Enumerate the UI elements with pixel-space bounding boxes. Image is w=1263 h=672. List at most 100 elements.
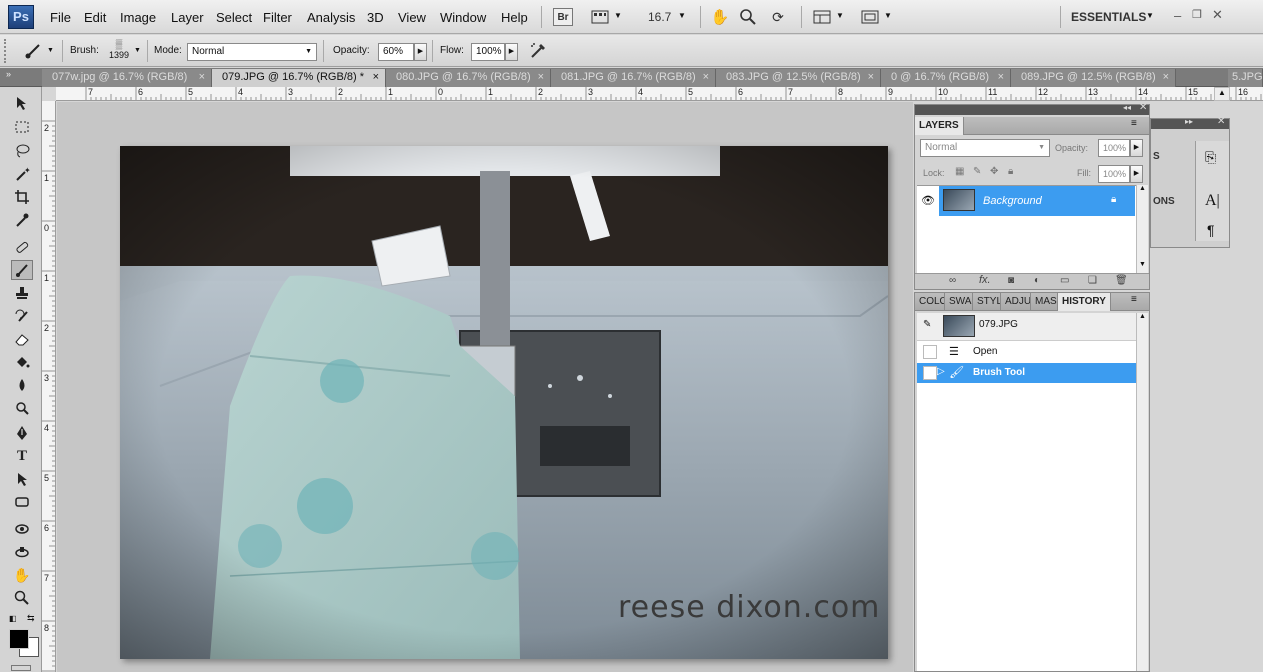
type-tool-icon[interactable]: T bbox=[11, 446, 33, 466]
adjustment-layer-icon[interactable]: ◐ bbox=[1034, 275, 1040, 286]
layer-opacity-slider-button[interactable]: ▶ bbox=[1130, 139, 1143, 157]
brush-tool-icon[interactable] bbox=[11, 260, 33, 280]
tab-083[interactable]: 083.JPG @ 12.5% (RGB/8) × bbox=[716, 69, 881, 87]
healing-brush-icon[interactable] bbox=[11, 237, 33, 257]
magic-wand-icon[interactable]: ✦ bbox=[11, 164, 33, 184]
airbrush-icon[interactable] bbox=[527, 41, 549, 61]
crop-tool-icon[interactable] bbox=[11, 187, 33, 207]
eraser-icon[interactable] bbox=[11, 329, 33, 349]
close-icon[interactable]: × bbox=[868, 69, 874, 86]
rectangle-tool-icon[interactable] bbox=[11, 492, 33, 512]
clone-stamp-icon[interactable] bbox=[11, 283, 33, 303]
flow-slider-button[interactable]: ▶ bbox=[505, 43, 518, 61]
lock-transparent-icon[interactable]: ▦ bbox=[955, 166, 964, 177]
tab-styles[interactable]: STYL bbox=[973, 293, 1001, 311]
chevron-down-icon[interactable]: ▼ bbox=[614, 11, 622, 20]
menu-3d[interactable]: 3D bbox=[367, 10, 384, 25]
default-colors-icon[interactable]: ◧ bbox=[9, 614, 17, 623]
options-grip[interactable] bbox=[4, 39, 7, 63]
scroll-up-icon[interactable]: ▲ bbox=[1139, 185, 1146, 192]
menu-file[interactable]: File bbox=[50, 10, 71, 25]
zoom-tool-icon[interactable] bbox=[11, 588, 33, 608]
chevron-down-icon[interactable]: ▼ bbox=[134, 47, 141, 54]
expand-toolbox-icon[interactable]: » bbox=[6, 69, 11, 79]
layers-scrollbar[interactable]: ▲ ▼ bbox=[1136, 185, 1148, 273]
lock-image-icon[interactable]: ✎ bbox=[973, 166, 981, 177]
layer-opacity-field[interactable]: 100% bbox=[1098, 139, 1130, 157]
paragraph-panel-icon[interactable]: ¶ bbox=[1207, 222, 1215, 238]
menu-help[interactable]: Help bbox=[501, 10, 528, 25]
opacity-field[interactable]: 60% bbox=[378, 43, 414, 61]
zoom-dropdown-icon[interactable]: ▼ bbox=[678, 11, 686, 20]
layer-mask-icon[interactable]: ◙ bbox=[1008, 275, 1014, 286]
tab-layers[interactable]: LAYERS bbox=[915, 117, 964, 135]
arrange-documents-icon[interactable] bbox=[812, 8, 832, 26]
paint-bucket-icon[interactable] bbox=[11, 352, 33, 372]
link-layers-icon[interactable]: ∞ bbox=[949, 275, 956, 286]
lasso-tool-icon[interactable] bbox=[11, 141, 33, 161]
tab-swatches[interactable]: SWA bbox=[945, 293, 973, 311]
collapsed-panel-label[interactable]: S bbox=[1153, 151, 1160, 162]
hand-icon[interactable]: ✋ bbox=[710, 7, 730, 27]
restore-icon[interactable]: ❐ bbox=[1192, 8, 1202, 21]
close-icon[interactable]: ✕ bbox=[1217, 116, 1225, 127]
menu-window[interactable]: Window bbox=[440, 10, 486, 25]
close-icon[interactable]: × bbox=[199, 69, 205, 86]
tab-079[interactable]: 079.JPG @ 16.7% (RGB/8) * × bbox=[212, 69, 386, 87]
blur-tool-icon[interactable] bbox=[11, 375, 33, 395]
panel-menu-icon[interactable]: ≡ bbox=[1131, 118, 1137, 129]
collapse-panel-icon[interactable]: ◂◂ bbox=[1123, 103, 1131, 112]
lock-position-icon[interactable]: ✥ bbox=[990, 166, 998, 177]
chevron-down-icon[interactable]: ▼ bbox=[47, 47, 54, 54]
bridge-icon[interactable]: Br bbox=[553, 8, 573, 26]
layer-row-background[interactable]: Background 🔒︎ bbox=[939, 186, 1135, 216]
chevron-down-icon[interactable]: ▼ bbox=[836, 11, 844, 20]
history-brush-icon[interactable] bbox=[11, 306, 33, 326]
path-selection-icon[interactable] bbox=[11, 469, 33, 489]
chevron-down-icon[interactable]: ▼ bbox=[1146, 11, 1154, 20]
zoom-icon[interactable] bbox=[738, 7, 758, 27]
fill-slider-button[interactable]: ▶ bbox=[1130, 165, 1143, 183]
tab-077w[interactable]: 077w.jpg @ 16.7% (RGB/8) × bbox=[42, 69, 212, 87]
photoshop-logo[interactable]: Ps bbox=[8, 5, 34, 29]
tab-080[interactable]: 080.JPG @ 16.7% (RGB/8) × bbox=[386, 69, 551, 87]
history-checkbox[interactable] bbox=[923, 345, 937, 359]
expand-panel-icon[interactable]: ▸▸ bbox=[1185, 117, 1193, 126]
opacity-slider-button[interactable]: ▶ bbox=[414, 43, 427, 61]
close-icon[interactable]: ✕ bbox=[1139, 102, 1147, 113]
rotate-view-icon[interactable]: ⟳ bbox=[768, 7, 788, 27]
menu-edit[interactable]: Edit bbox=[84, 10, 106, 25]
3d-rotate-icon[interactable] bbox=[11, 519, 33, 539]
delete-layer-icon[interactable]: 🗑︎ bbox=[1115, 275, 1128, 286]
menu-view[interactable]: View bbox=[398, 10, 426, 25]
brush-preset-icon[interactable] bbox=[22, 41, 44, 61]
history-item-open[interactable]: ☰ Open bbox=[917, 342, 1137, 362]
film-strip-icon[interactable] bbox=[590, 8, 610, 26]
workspace-switcher[interactable]: ESSENTIALS bbox=[1071, 10, 1146, 24]
history-scrollbar[interactable]: ▲ bbox=[1136, 313, 1148, 671]
scroll-up-icon[interactable]: ▲ bbox=[1214, 87, 1230, 101]
close-icon[interactable]: ✕ bbox=[1212, 7, 1223, 23]
menu-select[interactable]: Select bbox=[216, 10, 252, 25]
menu-layer[interactable]: Layer bbox=[171, 10, 204, 25]
layer-style-icon[interactable]: fx. bbox=[979, 274, 991, 286]
dodge-tool-icon[interactable] bbox=[11, 398, 33, 418]
history-snapshot-row[interactable]: ✎ 079.JPG bbox=[917, 313, 1137, 341]
zoom-level[interactable]: 16.7 bbox=[648, 10, 671, 24]
close-icon[interactable]: × bbox=[1163, 69, 1169, 86]
menu-filter[interactable]: Filter bbox=[263, 10, 292, 25]
layer-name[interactable]: Background bbox=[983, 195, 1042, 207]
tab-history[interactable]: HISTORY bbox=[1058, 293, 1111, 311]
menu-image[interactable]: Image bbox=[120, 10, 156, 25]
history-item-brush-tool[interactable]: ▷ 🖌︎ Brush Tool bbox=[917, 363, 1137, 383]
hand-tool-icon[interactable]: ✋ bbox=[11, 565, 33, 585]
close-icon[interactable]: × bbox=[373, 69, 379, 86]
move-tool-icon[interactable] bbox=[11, 93, 33, 113]
history-checkbox[interactable] bbox=[923, 366, 937, 380]
fill-field[interactable]: 100% bbox=[1098, 165, 1130, 183]
mode-select[interactable]: Normal ▼ bbox=[187, 43, 317, 61]
new-layer-icon[interactable]: ❏ bbox=[1088, 275, 1097, 286]
marquee-tool-icon[interactable] bbox=[11, 117, 33, 137]
chevron-down-icon[interactable]: ▼ bbox=[884, 11, 892, 20]
collapsed-panel-label[interactable]: ONS bbox=[1153, 196, 1175, 207]
